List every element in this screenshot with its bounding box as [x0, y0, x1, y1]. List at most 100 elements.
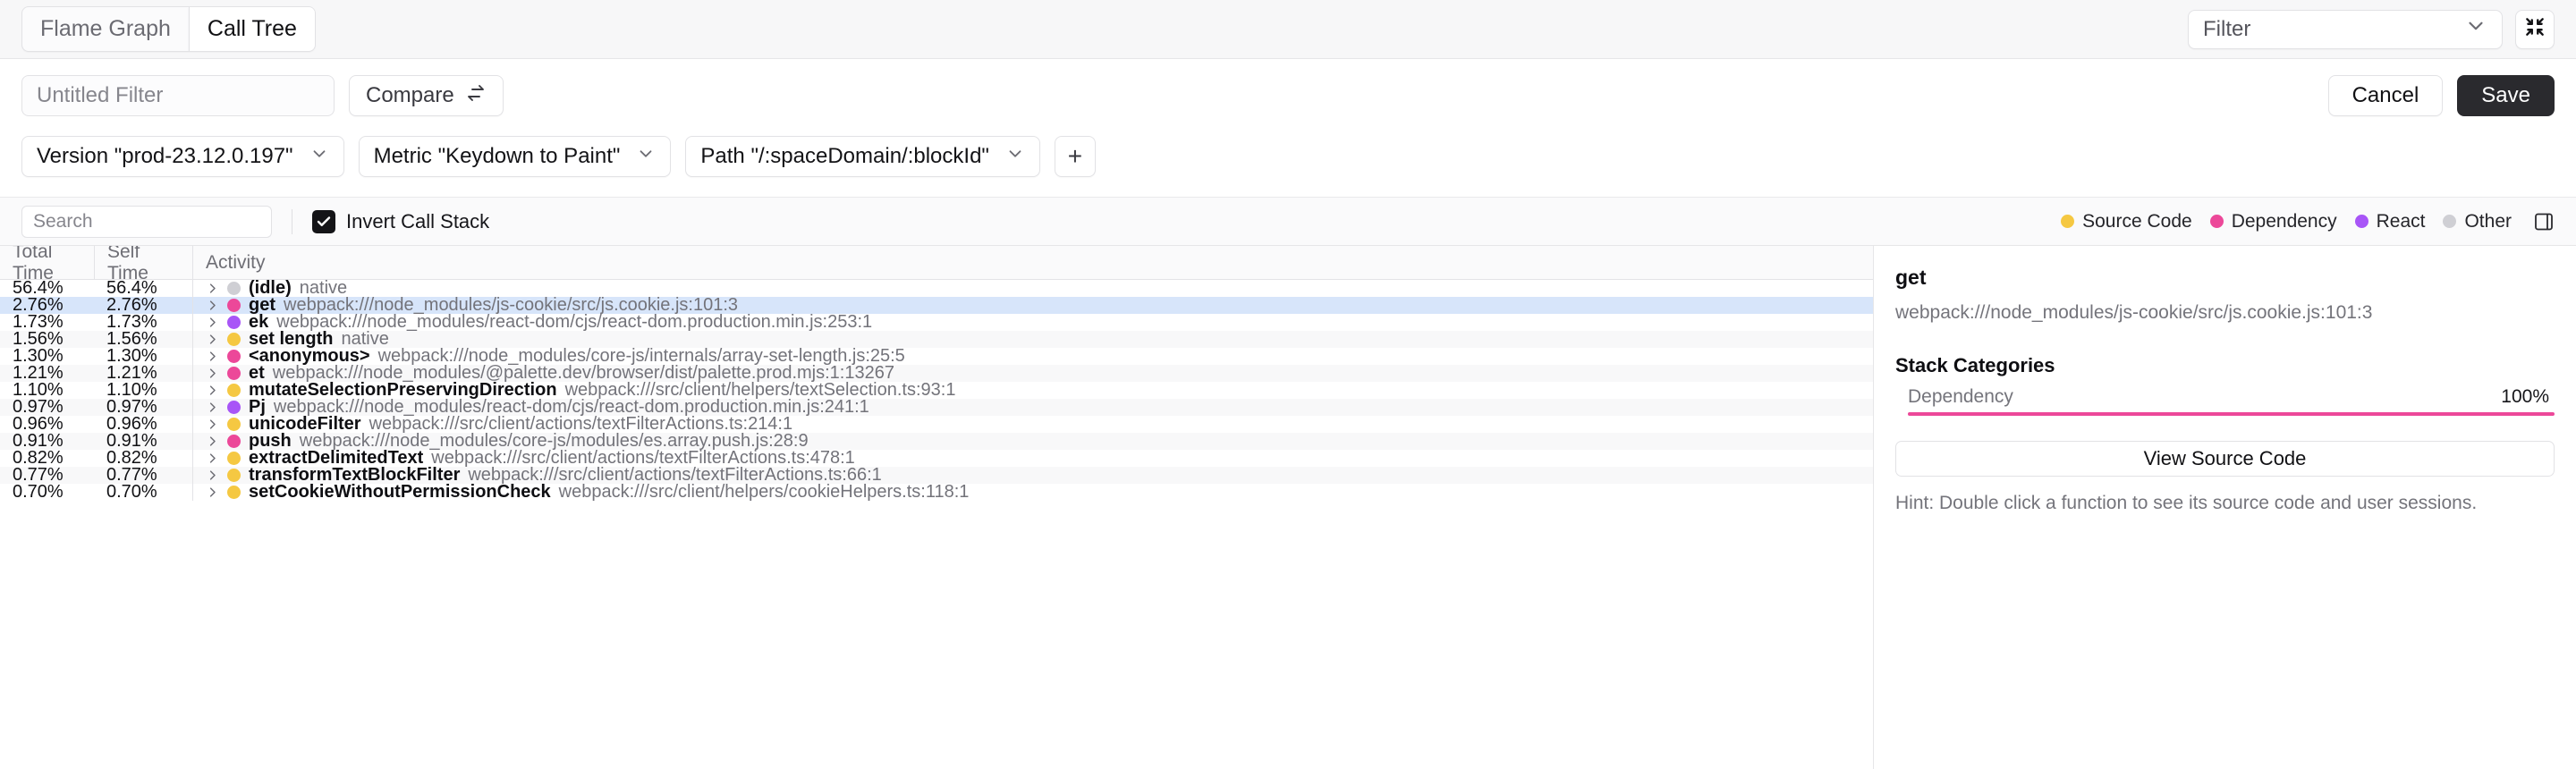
compare-button-label: Compare — [366, 83, 454, 107]
activity-function-name: unicodeFilter — [249, 416, 361, 433]
legend-item-react[interactable]: React — [2354, 211, 2425, 232]
table-row[interactable]: 2.76% 2.76% get webpack:///node_modules/js-… — [0, 295, 1873, 315]
table-row[interactable]: 0.96% 0.96% unicodeFilter webpack:///src/cl… — [0, 414, 1873, 434]
main-content: Total Time Self Time Activity 56.4% 56.4%… — [0, 246, 2576, 769]
table-row[interactable]: 1.73% 1.73% ek webpack:///node_modules/reac… — [0, 312, 1873, 332]
cell-activity: set length native — [192, 331, 1873, 348]
legend-item-other[interactable]: Other — [2443, 211, 2512, 232]
activity-location: native — [341, 331, 389, 348]
view-mode-tabs: Flame Graph Call Tree — [21, 6, 316, 52]
chevron-right-icon[interactable] — [206, 469, 219, 482]
filter-editor-header: Compare Cancel Save — [21, 75, 2555, 116]
save-button[interactable]: Save — [2457, 75, 2555, 116]
chevron-right-icon[interactable] — [206, 401, 219, 414]
chevron-right-icon[interactable] — [206, 333, 219, 346]
chevron-right-icon[interactable] — [206, 316, 219, 329]
chevron-right-icon[interactable] — [206, 452, 219, 465]
activity-location: webpack:///src/client/actions/textFilter… — [369, 416, 793, 433]
chevron-right-icon[interactable] — [206, 418, 219, 431]
filter-select[interactable]: Filter — [2188, 9, 2503, 49]
activity-location: webpack:///node_modules/core-js/internal… — [377, 348, 905, 365]
column-header-self-time[interactable]: Self Time — [94, 246, 192, 283]
category-color-dot-icon — [227, 316, 241, 329]
chevron-right-icon[interactable] — [206, 486, 219, 499]
filter-editor: Compare Cancel Save Version "prod-23.12.… — [0, 59, 2576, 198]
tab-flame-graph[interactable]: Flame Graph — [22, 7, 189, 51]
invert-call-stack-toggle[interactable]: Invert Call Stack — [312, 209, 490, 233]
activity-location: webpack:///src/client/helpers/textSelect… — [564, 382, 956, 399]
cancel-button[interactable]: Cancel — [2327, 75, 2444, 116]
filter-chip-metric[interactable]: Metric "Keydown to Paint" — [358, 136, 672, 177]
table-row[interactable]: 1.21% 1.21% et webpack:///node_modules/@pal… — [0, 363, 1873, 383]
collapse-arrows-icon — [2523, 15, 2546, 43]
cell-activity: transformTextBlockFilter webpack:///src/c… — [192, 467, 1873, 484]
category-color-dot-icon — [227, 418, 241, 431]
activity-function-name: (idle) — [249, 280, 292, 297]
table-row[interactable]: 0.70% 0.70% setCookieWithoutPermissionChec… — [0, 482, 1873, 502]
table-row[interactable]: 0.91% 0.91% push webpack:///node_modules/co… — [0, 431, 1873, 451]
cell-activity: <anonymous> webpack:///node_modules/core-… — [192, 348, 1873, 365]
table-row[interactable]: 1.56% 1.56% set length native — [0, 329, 1873, 349]
category-legend: Source Code Dependency React Other — [2061, 211, 2555, 232]
filter-name-input[interactable] — [21, 75, 335, 116]
filter-editor-actions: Cancel Save — [2327, 75, 2555, 116]
category-color-dot-icon — [227, 401, 241, 414]
activity-function-name: transformTextBlockFilter — [249, 467, 461, 484]
compare-button[interactable]: Compare — [349, 75, 504, 116]
invert-call-stack-label: Invert Call Stack — [346, 209, 490, 232]
activity-function-name: extractDelimitedText — [249, 450, 424, 467]
activity-function-name: <anonymous> — [249, 348, 370, 365]
activity-location: webpack:///src/client/helpers/cookieHelp… — [558, 484, 970, 501]
chevron-down-icon — [636, 144, 656, 170]
cell-self-time: 0.70% — [106, 482, 157, 502]
filter-chip-path[interactable]: Path "/:spaceDomain/:blockId" — [685, 136, 1040, 177]
chevron-right-icon[interactable] — [206, 282, 219, 295]
detail-function-location: webpack:///node_modules/js-cookie/src/js… — [1895, 302, 2373, 323]
column-header-total-time[interactable]: Total Time — [0, 246, 94, 283]
cell-activity: mutateSelectionPreservingDirection webpac… — [192, 382, 1873, 399]
source-code-color-dot-icon — [2061, 215, 2075, 228]
stack-category-row: Dependency 100% — [1895, 386, 2555, 408]
cell-activity: extractDelimitedText webpack:///src/clien… — [192, 450, 1873, 467]
chevron-right-icon[interactable] — [206, 435, 219, 448]
table-header-row: Total Time Self Time Activity — [0, 246, 1873, 283]
activity-location: webpack:///node_modules/js-cookie/src/js… — [284, 297, 739, 314]
legend-label-other: Other — [2464, 210, 2512, 232]
filter-chip-version-label: Version "prod-23.12.0.197" — [37, 144, 293, 168]
table-row[interactable]: 1.10% 1.10% mutateSelectionPreservingDirec… — [0, 380, 1873, 400]
category-color-dot-icon — [227, 452, 241, 465]
cell-activity: unicodeFilter webpack:///src/client/actio… — [192, 416, 1873, 433]
cell-activity: Pj webpack:///node_modules/react-dom/cjs/… — [192, 399, 1873, 416]
cell-activity: push webpack:///node_modules/core-js/modu… — [192, 433, 1873, 450]
view-source-code-button[interactable]: View Source Code — [1895, 441, 2555, 477]
table-row[interactable]: 0.77% 0.77% transformTextBlockFilter webpac… — [0, 465, 1873, 485]
table-row[interactable]: 0.82% 0.82% extractDelimitedText webpack://… — [0, 448, 1873, 468]
call-tree-table: Total Time Self Time Activity 56.4% 56.4%… — [0, 246, 1874, 769]
legend-item-dependency[interactable]: Dependency — [2209, 210, 2337, 232]
table-row[interactable]: 56.4% 56.4% (idle) native — [0, 278, 1873, 298]
cell-activity: et webpack:///node_modules/@palette.dev/b… — [192, 365, 1873, 382]
table-row[interactable]: 0.97% 0.97% Pj webpack:///node_modules/reac… — [0, 397, 1873, 417]
chevron-right-icon[interactable] — [206, 367, 219, 380]
collapse-panel-button[interactable] — [2515, 9, 2555, 49]
chevron-right-icon[interactable] — [206, 299, 219, 312]
add-filter-button[interactable]: + — [1054, 136, 1096, 177]
column-header-activity[interactable]: Activity — [192, 246, 1873, 279]
tab-call-tree[interactable]: Call Tree — [188, 7, 315, 51]
activity-function-name: set length — [249, 331, 334, 348]
call-tree-toolbar: Invert Call Stack Source Code Dependency… — [0, 198, 2576, 246]
filter-chip-version[interactable]: Version "prod-23.12.0.197" — [21, 136, 344, 177]
search-input[interactable] — [21, 205, 272, 238]
table-row[interactable]: 1.30% 1.30% <anonymous> webpack:///node_mod… — [0, 346, 1873, 366]
chevron-right-icon[interactable] — [206, 384, 219, 397]
function-detail-panel: get webpack:///node_modules/js-cookie/sr… — [1874, 246, 2576, 769]
legend-label-dependency: Dependency — [2231, 210, 2337, 232]
table-body: 56.4% 56.4% (idle) native 2.76% 2.76% get webpa… — [0, 278, 1873, 502]
sidebar-toggle-icon[interactable] — [2533, 211, 2555, 232]
activity-function-name: ek — [249, 314, 269, 331]
stack-category-value: 100% — [2501, 386, 2549, 407]
activity-function-name: Pj — [249, 399, 266, 416]
legend-item-source-code[interactable]: Source Code — [2061, 211, 2192, 232]
category-color-dot-icon — [227, 384, 241, 397]
chevron-right-icon[interactable] — [206, 350, 219, 363]
